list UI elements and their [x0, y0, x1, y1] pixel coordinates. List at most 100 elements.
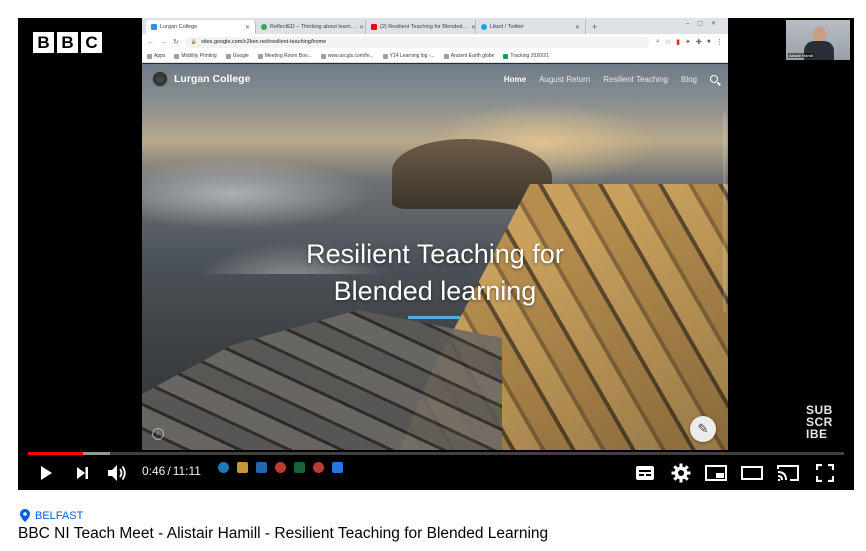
fullscreen-button[interactable] — [814, 464, 836, 482]
bookmark-item[interactable]: Meeting Room Boo... — [257, 53, 312, 59]
menu-icon[interactable]: ⋮ — [716, 38, 723, 46]
google-icon — [225, 53, 231, 59]
tab-label: ReflectED – Thinking about learn… — [270, 24, 357, 30]
browser-tab[interactable]: (2) Resilient Teaching for Blended… ✕ — [366, 20, 476, 34]
bookmark-item[interactable]: Ancient Earth globe — [443, 53, 494, 59]
bbc-logo-letter: C — [81, 32, 102, 53]
close-tab-icon[interactable]: ✕ — [575, 24, 580, 31]
settings-icon — [671, 463, 691, 483]
chrome-icon — [313, 462, 324, 473]
browser-toolbar: ← → ↻ 🔒 sites.google.com/c2ken.net/resil… — [142, 34, 728, 50]
play-button[interactable] — [36, 464, 56, 482]
volume-button[interactable] — [106, 464, 128, 482]
bookmark-label: Y14 Learning log -... — [389, 53, 435, 59]
progress-played — [28, 452, 84, 455]
bookmark-item[interactable]: Google — [225, 53, 249, 59]
bookmark-label: Tracking 2020/21 — [510, 53, 549, 59]
apps-icon — [147, 53, 152, 59]
bookmark-icon — [443, 53, 449, 59]
forward-icon[interactable]: → — [160, 39, 167, 46]
miniplayer-button[interactable] — [704, 464, 728, 482]
address-bar[interactable]: 🔒 sites.google.com/c2ken.net/resilient-t… — [184, 36, 650, 48]
theater-mode-button[interactable] — [740, 464, 764, 482]
player-controls: 0:46/11:11 — [18, 458, 854, 488]
tab-label: Lurgan College — [160, 24, 198, 30]
captions-button[interactable] — [634, 464, 656, 482]
subscribe-line: IBE — [806, 427, 828, 441]
shared-screen: Lurgan College ✕ ReflectED – Thinking ab… — [142, 18, 728, 450]
progress-bar[interactable] — [28, 452, 844, 455]
hero-title: Resilient Teaching for Blended learning — [142, 236, 728, 310]
zoom-app-icon — [332, 462, 343, 473]
location-label[interactable]: BELFAST — [35, 510, 83, 522]
mail-icon — [256, 462, 267, 473]
bookmark-label: Meeting Room Boo... — [264, 53, 312, 59]
bookmark-item[interactable]: Y14 Learning log -... — [382, 53, 435, 59]
browser-tab[interactable]: Liked / Twitter ✕ — [476, 20, 586, 34]
next-button[interactable] — [72, 464, 92, 482]
info-icon[interactable]: i — [152, 428, 164, 440]
bookmark-item[interactable]: Apps — [147, 53, 165, 59]
miniplayer-icon — [705, 465, 727, 481]
bookmark-icon — [503, 53, 509, 59]
tab-favicon — [481, 24, 487, 30]
zoom-icon[interactable]: ⌕ — [656, 38, 660, 46]
edge-icon — [218, 462, 229, 473]
bookmark-icon — [382, 53, 388, 59]
hero-title-line: Resilient Teaching for — [306, 239, 564, 269]
edit-pencil-icon[interactable]: ✎ — [690, 416, 716, 442]
back-icon[interactable]: ← — [147, 39, 154, 46]
star-icon[interactable]: ☆ — [665, 38, 671, 46]
pdf-icon[interactable]: ▮ — [676, 38, 680, 46]
lock-icon: 🔒 — [190, 39, 198, 45]
bookmark-icon — [174, 53, 180, 59]
location-row[interactable]: BELFAST — [20, 509, 83, 522]
nav-august-return[interactable]: August Return — [539, 75, 590, 84]
extension-icon[interactable]: ✦ — [685, 38, 691, 46]
volume-icon — [108, 465, 126, 481]
bookmark-label: Apps — [154, 53, 166, 59]
video-player[interactable]: B B C Alistair Hamill Lurgan College ✕ R… — [18, 18, 854, 490]
bbc-logo-letter: B — [33, 32, 54, 53]
video-title: BBC NI Teach Meet - Alistair Hamill - Re… — [18, 525, 549, 542]
browser-tab[interactable]: Lurgan College ✕ — [146, 20, 256, 34]
bookmark-item[interactable]: Tracking 2020/21 — [503, 53, 549, 59]
close-tab-icon[interactable]: ✕ — [359, 24, 364, 31]
search-icon[interactable] — [710, 75, 718, 83]
theater-icon — [741, 466, 763, 480]
puzzle-icon[interactable]: ✚ — [696, 38, 702, 46]
play-icon — [41, 466, 52, 480]
time-separator: / — [167, 464, 171, 478]
close-tab-icon[interactable]: ✕ — [245, 24, 250, 31]
excel-icon — [294, 462, 305, 473]
nav-blog[interactable]: Blog — [681, 75, 697, 84]
tab-favicon — [261, 24, 267, 30]
bbc-logo-letter: B — [57, 32, 78, 53]
nav-home[interactable]: Home — [504, 75, 526, 84]
extension-icons: ⌕ ☆ ▮ ✦ ✚ ● ⋮ — [656, 38, 723, 46]
browser-tab[interactable]: ReflectED – Thinking about learn… ✕ — [256, 20, 366, 34]
tab-label: Liked / Twitter — [490, 24, 524, 30]
bookmark-item[interactable]: www.arcgis.com/fe... — [320, 53, 374, 59]
site-brand[interactable]: Lurgan College — [152, 71, 250, 87]
cast-button[interactable] — [776, 464, 800, 482]
site-nav: Home August Return Resilient Teaching Bl… — [504, 75, 718, 84]
reload-icon[interactable]: ↻ — [173, 38, 179, 46]
profile-avatar[interactable]: ● — [707, 38, 711, 46]
bookmark-item[interactable]: Mobility Printing — [174, 53, 217, 59]
file-explorer-icon — [237, 462, 248, 473]
new-tab-icon[interactable]: + — [592, 20, 597, 34]
page-scrollbar[interactable] — [723, 113, 726, 313]
site-title: Lurgan College — [174, 73, 251, 85]
subscribe-watermark[interactable]: SUB SCR IBE — [806, 404, 840, 440]
current-time: 0:46 — [142, 464, 166, 478]
bookmark-label: Google — [232, 53, 249, 59]
nav-resilient-teaching[interactable]: Resilient Teaching — [603, 75, 668, 84]
settings-button[interactable] — [670, 463, 692, 483]
window-controls[interactable]: –▢✕ — [686, 20, 724, 27]
chrome-icon — [275, 462, 286, 473]
site-header: Lurgan College Home August Return Resili… — [142, 64, 728, 94]
duration: 11:11 — [172, 464, 201, 478]
hero-title-line: Blended learning — [333, 276, 537, 306]
school-crest-icon — [152, 71, 168, 87]
